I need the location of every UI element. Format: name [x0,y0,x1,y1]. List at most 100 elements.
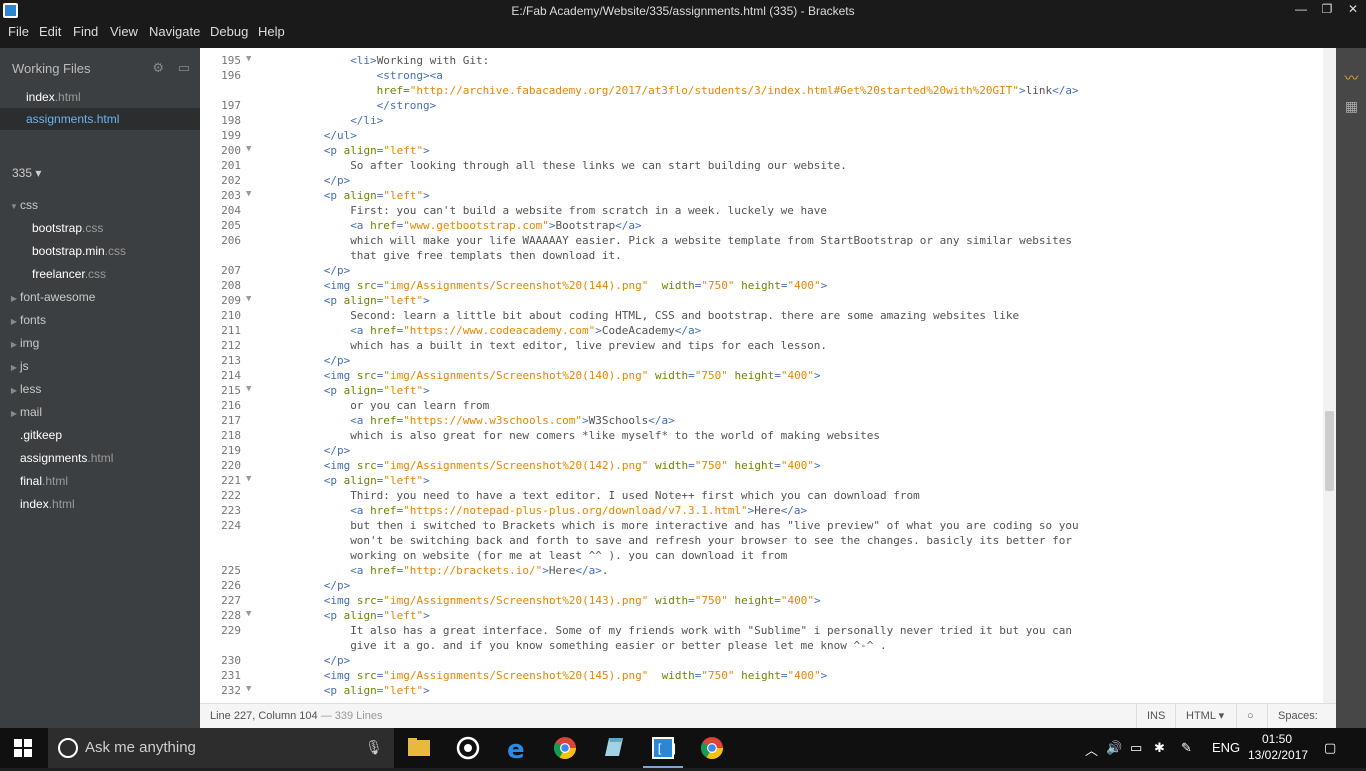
language-selector[interactable]: HTML ▾ [1175,704,1234,728]
code-line[interactable]: that give free templats then download it… [350,249,622,262]
file-item[interactable]: index.html [0,493,200,515]
microphone-icon[interactable]: 🎙 [365,739,383,756]
vertical-scrollbar[interactable] [1323,48,1336,703]
code-line[interactable]: <a href="www.getbootstrap.com">Bootstrap… [350,219,641,232]
notepad-app-icon[interactable] [590,728,638,768]
fold-toggle-icon[interactable]: ▼ [246,384,251,394]
cortana-search-box[interactable]: Ask me anything 🎙 [48,728,394,768]
folder-item[interactable]: ▶ mail [0,401,200,423]
code-line[interactable]: <a href="http://brackets.io/">Here</a>. [350,564,608,577]
fold-toggle-icon[interactable]: ▼ [246,144,251,154]
code-line[interactable]: but then i switched to Brackets which is… [350,519,1078,532]
file-item[interactable]: freelancer.css [0,263,200,285]
indent-selector[interactable]: Spaces: 4 [1267,704,1336,746]
code-line[interactable]: <li>Working with Git: [350,54,489,67]
folder-item[interactable]: ▶ js [0,355,200,377]
fold-toggle-icon[interactable]: ▼ [246,294,251,304]
insert-mode-toggle[interactable]: INS [1136,704,1175,728]
menu-file[interactable]: File [8,24,29,39]
code-line[interactable]: </p> [324,264,351,277]
network-icon[interactable]: ✱ [1154,740,1165,756]
code-line[interactable]: <p align="left"> [324,294,430,307]
maximize-button[interactable]: ❐ [1316,2,1338,20]
folder-item[interactable]: ▼ css [0,194,200,216]
code-line[interactable]: won't be switching back and forth to sav… [350,534,1072,547]
menu-find[interactable]: Find [73,24,98,39]
menu-debug[interactable]: Debug [210,24,248,39]
file-item[interactable]: .gitkeep [0,424,200,446]
file-item[interactable]: final.html [0,470,200,492]
working-file-item-active[interactable]: assignments.html [0,108,200,130]
code-line[interactable]: <p align="left"> [324,189,430,202]
gear-icon[interactable]: ⚙ [152,60,164,75]
code-line[interactable]: It also has a great interface. Some of m… [350,624,1072,637]
code-line[interactable]: </p> [324,444,351,457]
edge-browser-icon[interactable]: e [493,728,541,768]
file-item[interactable]: bootstrap.min.css [0,240,200,262]
code-editor[interactable]: 195 ▼ <li>Working with Git: 196 <strong><a hr… [200,48,1336,703]
code-line[interactable]: <img src="img/Assignments/Screenshot%20(… [324,459,821,472]
fold-toggle-icon[interactable]: ▼ [246,474,251,484]
project-dropdown[interactable]: 335 ▾ [12,166,41,180]
file-item[interactable]: bootstrap.css [0,217,200,239]
file-explorer-icon[interactable] [395,728,443,768]
scrollbar-thumb[interactable] [1325,411,1334,491]
code-line[interactable]: href="http://archive.fabacademy.org/2017… [377,84,1079,97]
code-line[interactable]: <img src="img/Assignments/Screenshot%20(… [324,369,821,382]
close-button[interactable]: ✕ [1342,2,1364,20]
code-line[interactable]: </strong> [377,99,437,112]
code-line[interactable]: <p align="left"> [324,684,430,697]
working-file-item[interactable]: index.html [0,86,200,108]
extension-manager-icon[interactable]: ▦ [1343,98,1360,114]
folder-item[interactable]: ▶ img [0,332,200,354]
code-line[interactable]: </li> [350,114,383,127]
pen-icon[interactable]: ✎ [1181,740,1192,756]
chrome-icon-2[interactable] [688,728,736,768]
code-line[interactable]: <a href="https://notepad-plus-plus.org/d… [350,504,807,517]
menu-help[interactable]: Help [258,24,285,39]
show-hidden-icons-icon[interactable]: ︿ [1085,740,1098,759]
volume-icon[interactable]: 🔊 [1106,740,1122,756]
notifications-icon[interactable]: ▢ [1324,740,1336,756]
fold-toggle-icon[interactable]: ▼ [246,684,251,694]
folder-item[interactable]: ▶ font-awesome [0,286,200,308]
media-app-icon[interactable] [444,728,492,768]
code-line[interactable]: <img src="img/Assignments/Screenshot%20(… [324,594,821,607]
folder-item[interactable]: ▶ less [0,378,200,400]
code-line[interactable]: which has a built in text editor, live p… [350,339,827,352]
linter-status-icon[interactable]: ○ [1236,704,1264,728]
code-line[interactable]: </p> [324,174,351,187]
code-line[interactable]: First: you can't build a website from sc… [350,204,827,217]
code-line[interactable]: <p align="left"> [324,384,430,397]
chrome-icon[interactable] [541,728,589,768]
code-line[interactable]: </p> [324,654,351,667]
code-line[interactable]: <img src="img/Assignments/Screenshot%20(… [324,279,827,292]
code-line[interactable]: <strong><a [377,69,443,82]
code-line[interactable]: <a href="https://www.codeacademy.com">Co… [350,324,701,337]
code-line[interactable]: which will make your life WAAAAAY easier… [350,234,1072,247]
input-language[interactable]: ENG [1212,740,1240,755]
code-line[interactable]: <p align="left"> [324,144,430,157]
code-line[interactable]: <p align="left"> [324,609,430,622]
fold-toggle-icon[interactable]: ▼ [246,54,251,64]
code-line[interactable]: which is also great for new comers *like… [350,429,880,442]
fold-toggle-icon[interactable]: ▼ [246,189,251,199]
file-item[interactable]: assignments.html [0,447,200,469]
code-line[interactable]: </p> [324,579,351,592]
menu-navigate[interactable]: Navigate [149,24,200,39]
folder-item[interactable]: ▶ fonts [0,309,200,331]
system-clock[interactable]: 01:50 13/02/2017 [1248,731,1308,763]
menu-view[interactable]: View [110,24,138,39]
code-line[interactable]: <p align="left"> [324,474,430,487]
code-line[interactable]: </p> [324,354,351,367]
split-view-icon[interactable]: ▭ [178,60,190,75]
code-line[interactable]: Third: you need to have a text editor. I… [350,489,920,502]
windows-start-icon[interactable] [14,739,32,757]
code-line[interactable]: <a href="https://www.w3schools.com">W3Sc… [350,414,675,427]
code-line[interactable]: <img src="img/Assignments/Screenshot%20(… [324,669,827,682]
menu-edit[interactable]: Edit [39,24,61,39]
code-line[interactable]: working on website (for me at least ^^ )… [350,549,787,562]
code-line[interactable]: So after looking through all these links… [350,159,847,172]
code-line[interactable]: give it a go. and if you know something … [350,639,886,652]
live-preview-icon[interactable]: 〰 [1343,68,1360,86]
